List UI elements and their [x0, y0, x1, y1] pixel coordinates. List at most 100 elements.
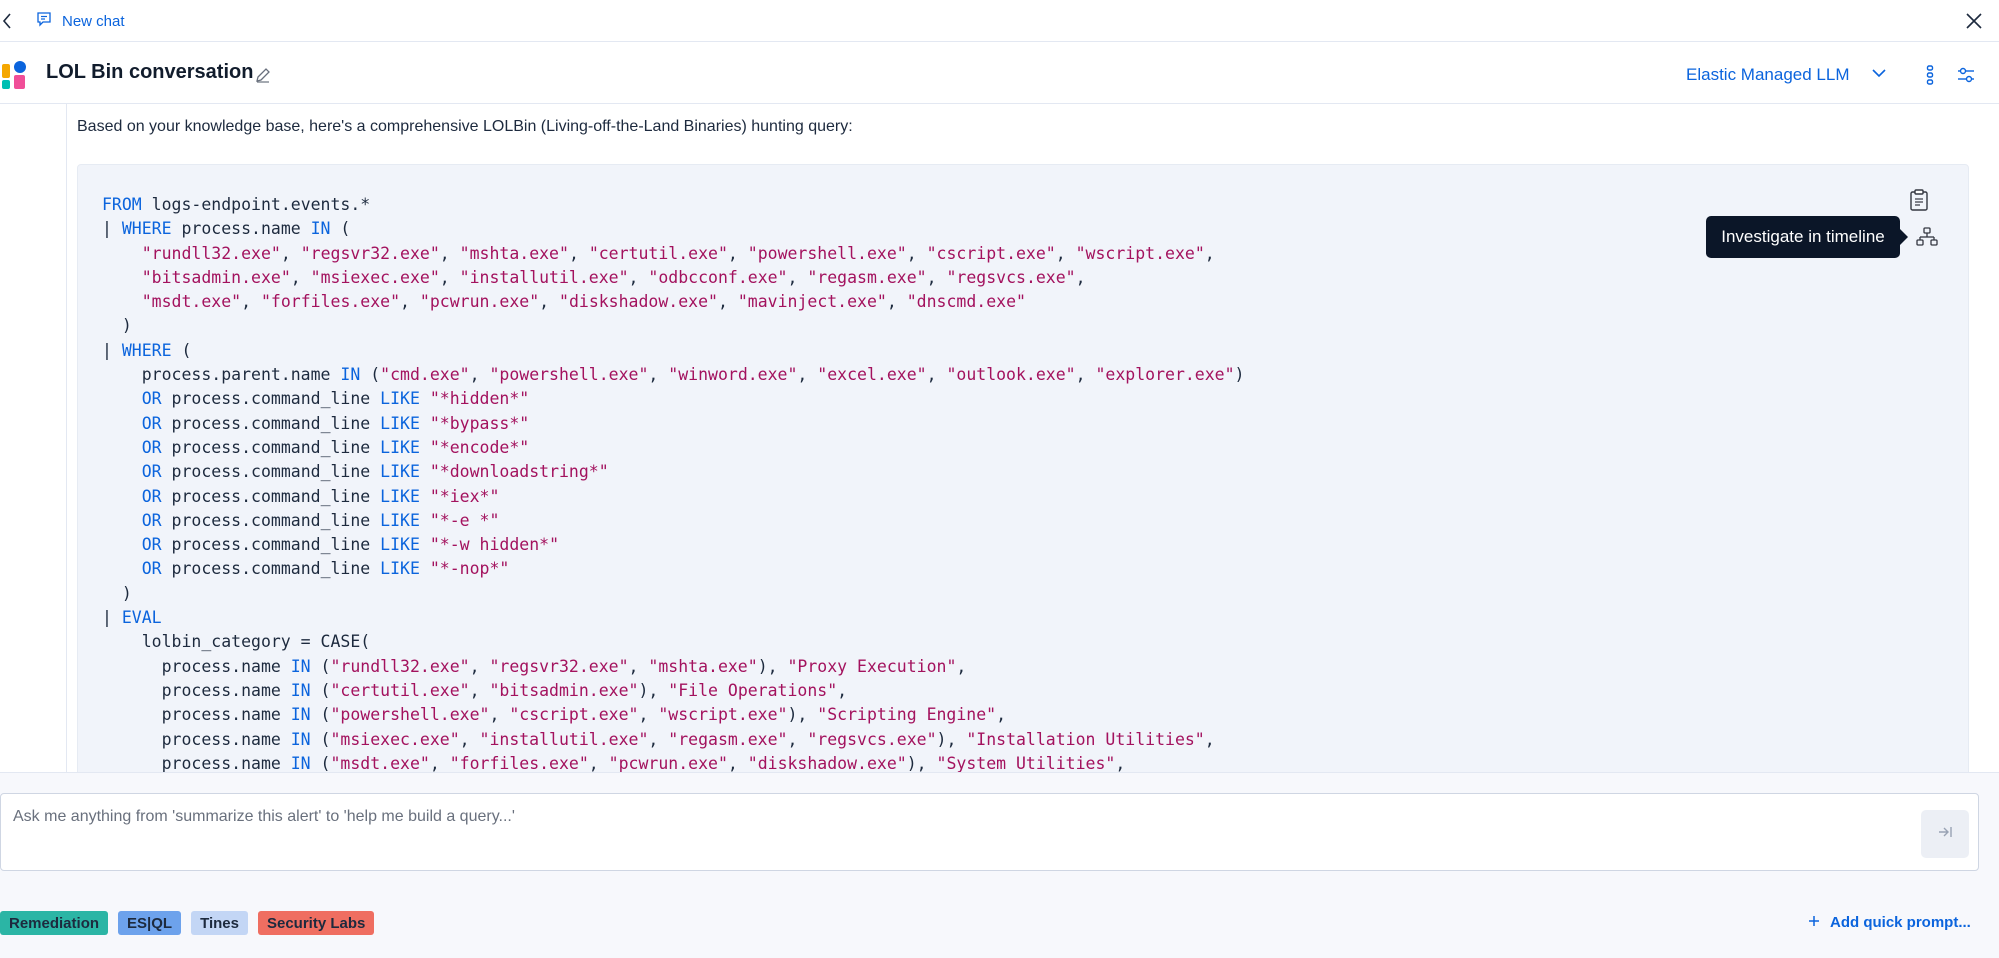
investigate-tooltip: Investigate in timeline: [1706, 216, 1908, 258]
settings-sliders-icon[interactable]: [1955, 64, 1977, 86]
code-line: OR process.command_line LIKE "*-e *": [102, 509, 1244, 533]
add-quick-prompt-label: Add quick prompt...: [1830, 914, 1971, 931]
code-text: (: [330, 219, 351, 239]
pencil-icon[interactable]: [254, 66, 272, 84]
code-string: "diskshadow.exe": [559, 292, 718, 312]
code-text: ): [102, 316, 132, 336]
code-text: process.parent.name: [102, 365, 341, 385]
code-keyword: LIKE: [380, 413, 420, 433]
code-text: ): [102, 583, 132, 603]
new-chat-label: New chat: [62, 12, 125, 30]
quick-prompt-tag[interactable]: Remediation: [0, 911, 109, 935]
code-text: ,: [648, 365, 669, 385]
quick-prompt-tag[interactable]: ES|QL: [118, 911, 182, 935]
message-intro-text: Based on your knowledge base, here's a c…: [77, 118, 853, 135]
send-icon: [1936, 824, 1954, 845]
code-keyword: WHERE: [121, 340, 172, 360]
code-string: "Proxy Execution": [787, 656, 957, 676]
code-string: "certutil.exe": [588, 243, 728, 263]
timeline-icon[interactable]: [1916, 226, 1938, 248]
elastic-logo-icon: [0, 60, 28, 90]
code-string: "mavinject.exe": [737, 292, 887, 312]
new-chat-button[interactable]: New chat: [36, 10, 125, 32]
code-line: process.name IN ("powershell.exe", "cscr…: [102, 703, 1244, 727]
clipboard-icon[interactable]: [1908, 188, 1930, 212]
prompt-textarea[interactable]: [13, 808, 1913, 858]
top-bar: New chat: [0, 0, 1999, 42]
connector-selector[interactable]: Elastic Managed LLM: [1686, 62, 1887, 88]
code-keyword: LIKE: [380, 559, 420, 579]
quick-prompt-tag[interactable]: Tines: [191, 911, 248, 935]
code-text: process.command_line: [161, 559, 381, 579]
more-options-icon[interactable]: [1922, 64, 1938, 86]
code-text: ,: [628, 656, 649, 676]
code-keyword: OR: [141, 535, 162, 555]
code-text: |: [102, 219, 122, 239]
code-line: process.name IN ("msdt.exe", "forfiles.e…: [102, 752, 1244, 772]
code-text: ,: [489, 705, 510, 725]
code-string: "msiexec.exe": [310, 267, 440, 287]
code-text: ,: [837, 680, 848, 700]
prompt-area: Remediation ES|QL Tines Security Labs Add q…: [0, 772, 1999, 958]
code-string: "regsvcs.exe": [946, 267, 1076, 287]
code-string: "dnscmd.exe": [906, 292, 1026, 312]
code-string: "cscript.exe": [926, 243, 1056, 263]
code-text: ,: [797, 365, 818, 385]
code-string: "rundll32.exe": [330, 656, 470, 676]
code-keyword: IN: [290, 680, 311, 700]
code-text: ),: [787, 705, 818, 725]
code-text: ,: [280, 243, 301, 263]
code-text: ,: [926, 267, 947, 287]
code-line: "rundll32.exe", "regsvr32.exe", "mshta.e…: [102, 242, 1244, 266]
code-text: process.name: [102, 680, 291, 700]
code-string: "File Operations": [668, 680, 838, 700]
code-text: (: [171, 340, 192, 360]
code-keyword: IN: [340, 365, 361, 385]
code-string: "regsvr32.exe": [489, 656, 629, 676]
code-line: "msdt.exe", "forfiles.exe", "pcwrun.exe"…: [102, 290, 1244, 314]
code-line: lolbin_category = CASE(: [102, 630, 1244, 654]
code-string: "cscript.exe": [509, 705, 639, 725]
code-text: ,: [469, 680, 490, 700]
code-text: ,: [648, 729, 669, 749]
code-string: "*-w hidden*": [429, 535, 559, 555]
code-string: "bitsadmin.exe": [141, 267, 291, 287]
code-keyword: OR: [141, 559, 162, 579]
code-string: "winword.exe": [668, 365, 798, 385]
code-string: "System Utilities": [936, 753, 1116, 772]
code-text: process.name: [102, 753, 291, 772]
code-string: "mshta.exe": [648, 656, 758, 676]
code-string: "Installation Utilities": [966, 729, 1205, 749]
code-string: "wscript.exe": [658, 705, 788, 725]
code-text: ),: [757, 656, 788, 676]
code-text: ),: [906, 753, 937, 772]
code-string: "forfiles.exe": [449, 753, 589, 772]
code-text: ,: [469, 656, 490, 676]
chevron-left-icon[interactable]: [0, 10, 16, 32]
add-quick-prompt-button[interactable]: Add quick prompt...: [1808, 914, 1971, 931]
code-keyword: LIKE: [380, 510, 420, 530]
code-keyword: LIKE: [380, 486, 420, 506]
code-string: "*-nop*": [429, 559, 510, 579]
code-text: ,: [996, 705, 1007, 725]
code-text: ,: [727, 753, 748, 772]
chat-bubble-icon: [36, 11, 52, 31]
code-text: |: [102, 340, 122, 360]
quick-prompt-tag[interactable]: Security Labs: [257, 911, 375, 935]
code-text: process.command_line: [161, 535, 381, 555]
send-button[interactable]: [1921, 810, 1969, 858]
code-text: ,: [1075, 365, 1096, 385]
code-string: "Scripting Engine": [817, 705, 997, 725]
close-icon[interactable]: [1963, 10, 1985, 32]
code-text: process.command_line: [161, 462, 381, 482]
code-string: "excel.exe": [817, 365, 927, 385]
code-line: ): [102, 314, 1244, 338]
tooltip-text: Investigate in timeline: [1721, 227, 1885, 246]
